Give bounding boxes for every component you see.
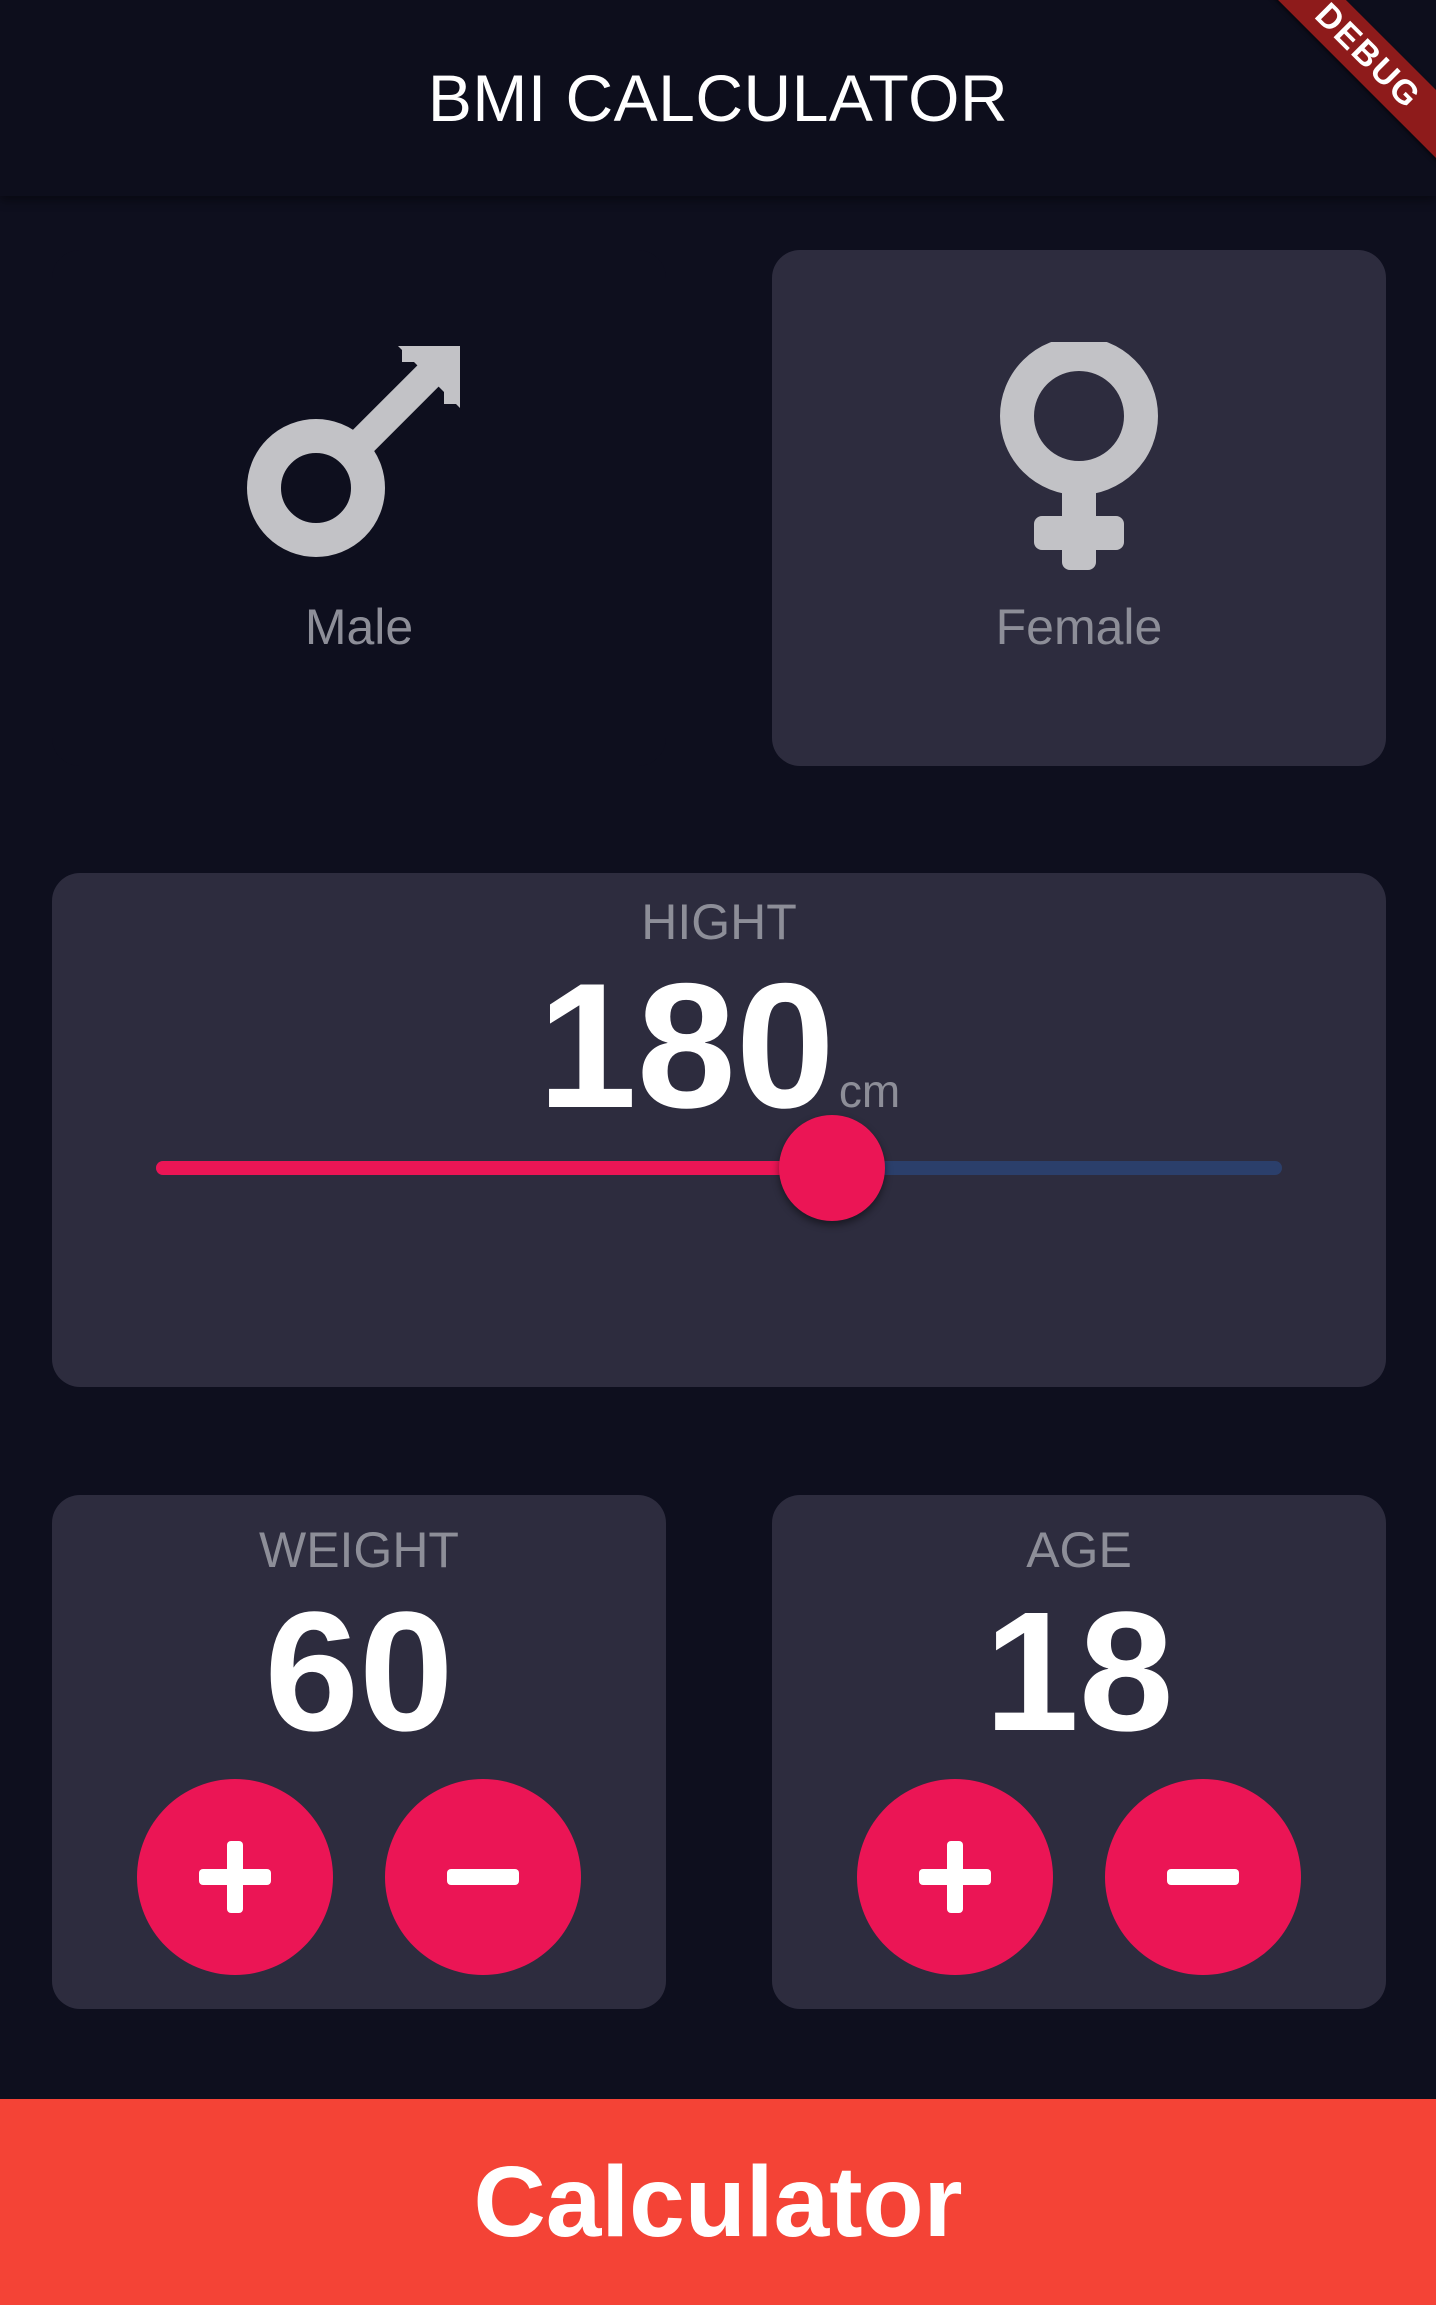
plus-icon (919, 1841, 991, 1913)
calculate-button[interactable]: Calculator (0, 2099, 1436, 2305)
age-buttons (857, 1779, 1301, 1975)
height-label: HIGHT (641, 894, 797, 950)
calculate-button-label: Calculator (473, 2145, 963, 2258)
slider-track-active (156, 1161, 832, 1175)
female-label: Female (995, 599, 1163, 655)
page-title: BMI CALCULATOR (427, 61, 1009, 135)
age-card: AGE 18 (772, 1495, 1386, 2009)
height-unit: cm (838, 1065, 901, 1117)
weight-buttons (137, 1779, 581, 1975)
age-value: 18 (984, 1577, 1174, 1767)
height-value: 180 (537, 946, 835, 1145)
male-symbol-icon (247, 346, 460, 557)
male-gender-card[interactable]: Male (52, 250, 666, 766)
slider-thumb[interactable] (778, 1115, 885, 1221)
height-slider[interactable] (156, 1113, 1282, 1223)
weight-label: WEIGHT (259, 1522, 459, 1578)
plus-icon (199, 1841, 271, 1913)
male-label: Male (304, 599, 414, 655)
height-value-row: 180 cm (538, 957, 900, 1135)
minus-icon (1167, 1869, 1239, 1885)
female-symbol-icon (1000, 342, 1158, 570)
app-root: BMI CALCULATOR DEBUG Male Female HIGHT 1… (0, 0, 1436, 2305)
age-decrement-button[interactable] (1105, 1779, 1301, 1975)
weight-decrement-button[interactable] (385, 1779, 581, 1975)
female-gender-card[interactable]: Female (772, 250, 1386, 766)
app-bar: BMI CALCULATOR (0, 0, 1436, 196)
weight-card: WEIGHT 60 (52, 1495, 666, 2009)
weight-value: 60 (264, 1577, 454, 1767)
minus-icon (447, 1869, 519, 1885)
height-card: HIGHT 180 cm (52, 873, 1386, 1387)
age-increment-button[interactable] (857, 1779, 1053, 1975)
age-label: AGE (1026, 1522, 1132, 1578)
weight-increment-button[interactable] (137, 1779, 333, 1975)
